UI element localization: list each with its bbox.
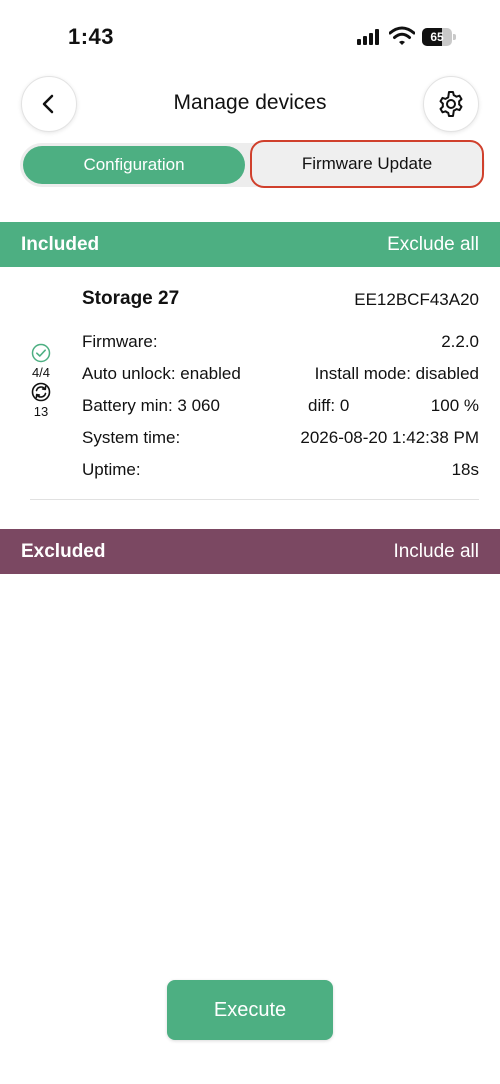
firmware-row: Firmware: 2.2.0 xyxy=(82,332,479,354)
tab-firmware-update[interactable]: Firmware Update xyxy=(250,140,484,188)
excluded-section-header: Excluded Include all xyxy=(0,529,500,574)
signal-icon xyxy=(357,29,383,45)
auto-unlock-status: Auto unlock: enabled xyxy=(82,364,241,383)
battery-diff: diff: 0 xyxy=(308,396,350,415)
firmware-value: 2.2.0 xyxy=(441,332,479,351)
battery-min: Battery min: 3 060 xyxy=(82,396,220,415)
status-bar: 1:43 65 xyxy=(0,0,500,75)
unlock-row: Auto unlock: enabled Install mode: disab… xyxy=(82,364,479,386)
check-circle-icon xyxy=(31,343,51,363)
divider xyxy=(30,499,479,500)
device-status: 4/4 13 xyxy=(25,343,57,420)
wifi-icon xyxy=(389,26,415,45)
battery-percent: 65 xyxy=(430,30,444,44)
device-name: Storage 27 xyxy=(82,288,180,309)
battery-row: Battery min: 3 060 diff: 0 100 % xyxy=(82,396,479,418)
uptime-value: 18s xyxy=(451,460,479,479)
sync-icon xyxy=(31,382,51,402)
system-time-row: System time: 2026-08-20 1:42:38 PM xyxy=(82,428,479,450)
exclude-all-button[interactable]: Exclude all xyxy=(387,234,479,256)
settings-button[interactable] xyxy=(423,76,479,132)
system-time-label: System time: xyxy=(82,428,181,447)
excluded-title: Excluded xyxy=(21,540,106,562)
included-section-header: Included Exclude all xyxy=(0,222,500,267)
tab-switcher: Configuration Firmware Update xyxy=(20,140,485,188)
sync-count: 13 xyxy=(33,404,49,419)
firmware-label: Firmware: xyxy=(82,332,158,351)
chevron-left-icon xyxy=(42,94,54,114)
execute-button[interactable]: Execute xyxy=(167,980,333,1040)
gear-icon xyxy=(439,91,463,117)
battery-percent-value: 100 % xyxy=(430,396,479,415)
system-time-value: 2026-08-20 1:42:38 PM xyxy=(300,428,479,447)
device-id: EE12BCF43A20 xyxy=(354,290,479,309)
include-all-button[interactable]: Include all xyxy=(393,541,479,563)
check-count: 4/4 xyxy=(31,365,51,380)
back-button[interactable] xyxy=(21,76,77,132)
status-time: 1:43 xyxy=(68,24,115,49)
page-title: Manage devices xyxy=(173,91,327,114)
included-title: Included xyxy=(21,233,100,255)
install-mode-status: Install mode: disabled xyxy=(314,364,479,383)
device-card[interactable]: Storage 27 EE12BCF43A20 4/4 13 Firmware:… xyxy=(0,267,500,501)
uptime-row: Uptime: 18s xyxy=(82,460,479,482)
battery-icon: 65 xyxy=(422,28,456,46)
uptime-label: Uptime: xyxy=(82,460,141,479)
tab-configuration[interactable]: Configuration xyxy=(23,146,245,184)
